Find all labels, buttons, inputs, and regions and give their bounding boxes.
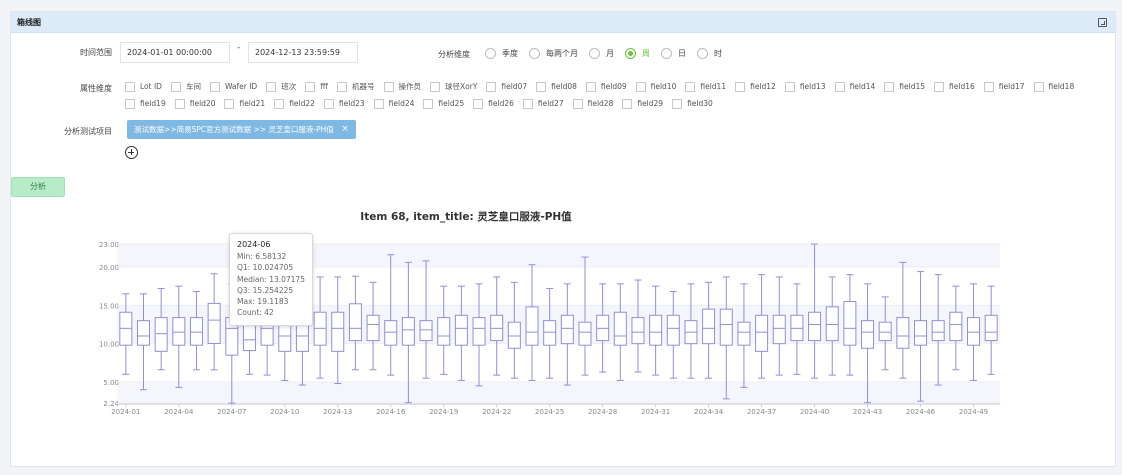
x-tick-label: 2024-04 [164, 408, 194, 416]
y-tick-label: 23.00 [99, 241, 119, 249]
box-body [154, 317, 168, 352]
box-body [878, 321, 892, 342]
box-body [631, 317, 645, 345]
box-body [401, 317, 415, 346]
chart-tooltip: 2024-06 Min: 6.58132 Q1: 10.024705 Media… [229, 233, 313, 326]
y-tick-label: 20.00 [99, 264, 119, 272]
box-body [931, 320, 945, 342]
box-body [437, 317, 451, 346]
x-tick-label: 2024-37 [747, 408, 776, 416]
box-body [949, 311, 963, 342]
box-body [207, 302, 221, 344]
x-tick-label: 2024-31 [641, 408, 670, 416]
box-body [278, 324, 292, 352]
box-body [914, 320, 928, 346]
x-tick-label: 2024-28 [588, 408, 617, 416]
x-tick-label: 2024-46 [906, 408, 936, 416]
box-body [454, 314, 468, 346]
box-body [578, 321, 592, 346]
box-body [984, 314, 998, 342]
box-body [189, 317, 203, 346]
y-tick-label: 15.00 [99, 302, 119, 310]
box-body [560, 314, 574, 345]
box-body [136, 320, 150, 346]
box-body [702, 308, 716, 345]
box-body [331, 311, 345, 352]
x-tick-label: 2024-22 [482, 408, 511, 416]
x-tick-label: 2024-16 [376, 408, 406, 416]
tooltip-median: Median: 13.07175 [237, 274, 305, 284]
box-body [843, 301, 857, 346]
tooltip-title: 2024-06 [237, 240, 271, 249]
tooltip-q3: Q3: 15.254225 [237, 285, 294, 295]
x-tick-label: 2024-34 [694, 408, 724, 416]
box-body [507, 321, 521, 349]
box-body [543, 320, 557, 346]
x-tick-label: 2024-10 [270, 408, 299, 416]
y-tick-label: 5.00 [103, 379, 119, 387]
x-tick-label: 2024-07 [217, 408, 246, 416]
x-tick-label: 2024-13 [323, 408, 352, 416]
box-body [649, 314, 663, 346]
x-tick-label: 2024-01 [111, 408, 140, 416]
box-body [808, 311, 822, 342]
box-body [172, 317, 186, 346]
box-body [896, 317, 910, 349]
tooltip-min: Min: 6.58132 [237, 252, 287, 262]
y-tick-label: 10.00 [99, 341, 119, 349]
chart-title: Item 68, item_title: 灵芝皇口服液-PH值 [360, 210, 572, 223]
box-body [525, 306, 539, 346]
box-body [825, 306, 839, 342]
box-body [472, 317, 486, 346]
box-body [772, 314, 786, 345]
x-tick-label: 2024-19 [429, 408, 458, 416]
box-body [666, 314, 680, 346]
x-tick-label: 2024-43 [853, 408, 882, 416]
box-body [419, 320, 433, 342]
tooltip-q1: Q1: 10.024705 [237, 263, 294, 273]
box-body [348, 303, 362, 342]
x-tick-label: 2024-25 [535, 408, 564, 416]
boxplot-chart: Item 68, item_title: 灵芝皇口服液-PH值 23.00 20.0… [99, 210, 1000, 416]
box-body [737, 321, 751, 346]
x-tick-label: 2024-40 [800, 408, 829, 416]
box-body [755, 314, 769, 352]
box-body [719, 308, 733, 346]
x-tick-label: 2024-49 [959, 408, 988, 416]
box-body [366, 314, 380, 342]
box-body [613, 311, 627, 346]
box-body [861, 320, 875, 349]
tooltip-count: Count: 42 [237, 308, 274, 318]
box-body [967, 317, 981, 346]
tooltip-max: Max: 19.1183 [237, 297, 289, 307]
box-body [384, 320, 398, 346]
